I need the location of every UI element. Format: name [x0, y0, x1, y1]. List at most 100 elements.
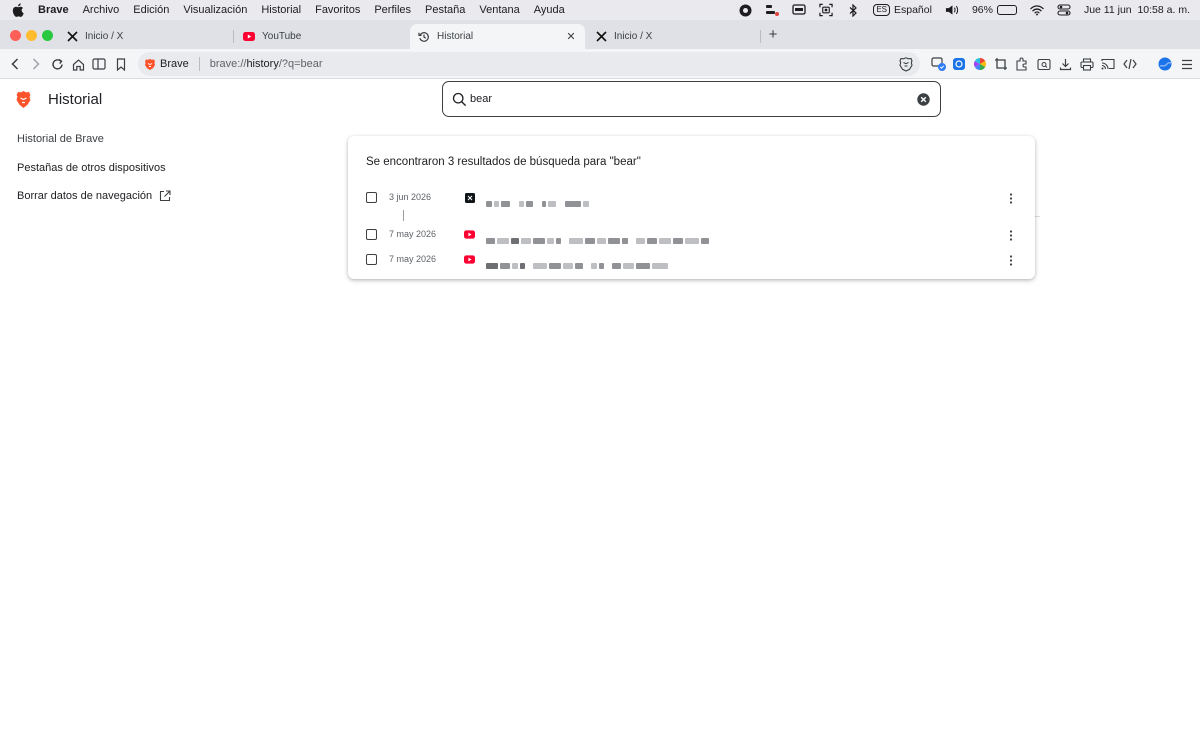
menubar-status-area: ES Español 96% Jue 11 jun 10:58 a. m. — [738, 0, 1190, 20]
history-entry[interactable]: 7 may 2026 — [348, 224, 1035, 246]
tab-separator — [233, 30, 234, 43]
window-zoom-button[interactable] — [42, 30, 53, 41]
battery-icon — [996, 5, 1017, 15]
apple-menu-icon[interactable] — [12, 3, 28, 17]
home-button[interactable] — [69, 55, 87, 73]
site-identity[interactable]: Brave — [144, 58, 189, 70]
input-language[interactable]: ES Español — [873, 4, 932, 16]
tab-title: Inicio / X — [85, 31, 124, 42]
tab-inicio-x-1[interactable]: Inicio / X — [58, 24, 233, 49]
language-label: Español — [893, 4, 932, 16]
bluetooth-icon[interactable] — [846, 3, 860, 17]
youtube-icon — [243, 31, 255, 43]
history-entry[interactable]: 3 jun 2026 — [348, 187, 1035, 209]
display-icon[interactable] — [792, 3, 806, 17]
sidebar-item-label: Pestañas de otros dispositivos — [17, 162, 166, 174]
sidebar-toggle-button[interactable] — [90, 55, 108, 73]
new-tab-button[interactable]: + — [766, 27, 780, 43]
tab-separator — [760, 30, 761, 43]
url-text[interactable]: brave://history/?q=bear — [210, 58, 323, 70]
menubar-clock[interactable]: Jue 11 jun 10:58 a. m. — [1084, 4, 1190, 16]
developer-tools-icon[interactable] — [1121, 55, 1139, 73]
forward-button[interactable] — [27, 55, 45, 73]
entry-title-redacted[interactable] — [486, 195, 591, 207]
reload-button[interactable] — [48, 55, 66, 73]
entry-title-redacted[interactable] — [486, 232, 711, 244]
reader-mode-icon[interactable] — [1035, 55, 1053, 73]
external-link-icon — [159, 190, 171, 202]
sidebar-item-clear-browsing-data[interactable]: Borrar datos de navegación — [17, 190, 171, 202]
youtube-icon — [464, 254, 475, 265]
entry-title-redacted[interactable] — [486, 257, 670, 269]
print-icon[interactable] — [1078, 55, 1096, 73]
back-button[interactable] — [6, 55, 24, 73]
brave-shields-icon[interactable] — [898, 56, 914, 72]
battery-percent: 96% — [971, 4, 993, 16]
crop-extension-icon[interactable] — [992, 55, 1010, 73]
menu-edicion[interactable]: Edición — [133, 4, 169, 16]
download-icon[interactable] — [1056, 55, 1074, 73]
macos-menu-bar: Brave Archivo Edición Visualización Hist… — [0, 0, 1200, 20]
control-toggle-icon[interactable] — [765, 3, 780, 17]
clear-search-icon[interactable] — [917, 92, 930, 106]
history-search-input[interactable] — [470, 93, 917, 105]
url-path: /?q=bear — [278, 58, 323, 70]
menu-archivo[interactable]: Archivo — [83, 4, 120, 16]
url-host: history — [246, 58, 279, 70]
site-identity-label: Brave — [160, 58, 189, 70]
sidebar-item-other-devices[interactable]: Pestañas de otros dispositivos — [17, 162, 166, 174]
address-bar[interactable]: Brave brave://history/?q=bear — [138, 52, 920, 76]
main-menu-icon[interactable] — [1178, 55, 1196, 73]
blue-extension-icon[interactable] — [950, 55, 968, 73]
menu-pestana[interactable]: Pestaña — [425, 4, 465, 16]
menu-app-brave[interactable]: Brave — [38, 4, 69, 16]
window-minimize-button[interactable] — [26, 30, 37, 41]
bookmark-button[interactable] — [112, 55, 130, 73]
menu-ayuda[interactable]: Ayuda — [534, 4, 565, 16]
menu-historial[interactable]: Historial — [261, 4, 301, 16]
tab-inicio-x-2[interactable]: Inicio / X — [587, 24, 762, 49]
entry-date: 3 jun 2026 — [389, 192, 432, 202]
history-search-box[interactable] — [442, 81, 941, 117]
menu-perfiles[interactable]: Perfiles — [374, 4, 411, 16]
menu-favoritos[interactable]: Favoritos — [315, 4, 360, 16]
brave-lion-icon — [144, 58, 156, 70]
history-entry[interactable]: 7 may 2026 — [348, 249, 1035, 271]
text-cursor — [403, 210, 404, 221]
window-close-button[interactable] — [10, 30, 21, 41]
record-icon[interactable] — [738, 3, 752, 17]
tab-title: Inicio / X — [614, 31, 653, 42]
tab-youtube[interactable]: YouTube — [235, 24, 410, 49]
tab-historial[interactable]: Historial ✕ — [410, 24, 585, 49]
volume-icon[interactable] — [945, 3, 959, 17]
wifi-icon[interactable] — [1030, 3, 1044, 17]
search-icon — [452, 92, 467, 107]
more-options-icon[interactable] — [1004, 253, 1018, 267]
cast-icon[interactable] — [1099, 55, 1117, 73]
sidebar-item-label: Historial de Brave — [17, 133, 104, 145]
language-badge: ES — [873, 4, 890, 16]
control-center-icon[interactable] — [1057, 3, 1071, 17]
color-picker-extension-icon[interactable] — [971, 55, 989, 73]
more-options-icon[interactable] — [1004, 228, 1018, 242]
battery-status[interactable]: 96% — [972, 4, 1017, 16]
sidebar-item-brave-history[interactable]: Historial de Brave — [17, 133, 104, 145]
x-logo-icon — [66, 31, 78, 43]
entry-checkbox[interactable] — [366, 192, 377, 203]
entry-checkbox[interactable] — [366, 229, 377, 240]
puzzle-extensions-icon[interactable] — [1013, 55, 1031, 73]
tab-close-button[interactable]: ✕ — [565, 30, 577, 43]
tab-title: YouTube — [262, 31, 302, 42]
history-icon — [418, 31, 430, 43]
more-options-icon[interactable] — [1004, 191, 1018, 205]
menu-visualizacion[interactable]: Visualización — [183, 4, 247, 16]
screenshot-icon[interactable] — [819, 3, 833, 17]
menu-ventana[interactable]: Ventana — [479, 4, 519, 16]
entry-checkbox[interactable] — [366, 254, 377, 265]
sidebar-item-label: Borrar datos de navegación — [17, 190, 153, 202]
omnibox-separator — [198, 57, 200, 71]
vpn-extension-icon[interactable] — [930, 55, 948, 73]
profile-avatar-icon[interactable] — [1156, 55, 1174, 73]
tab-title: Historial — [437, 31, 474, 42]
page-title: Historial — [48, 91, 103, 108]
